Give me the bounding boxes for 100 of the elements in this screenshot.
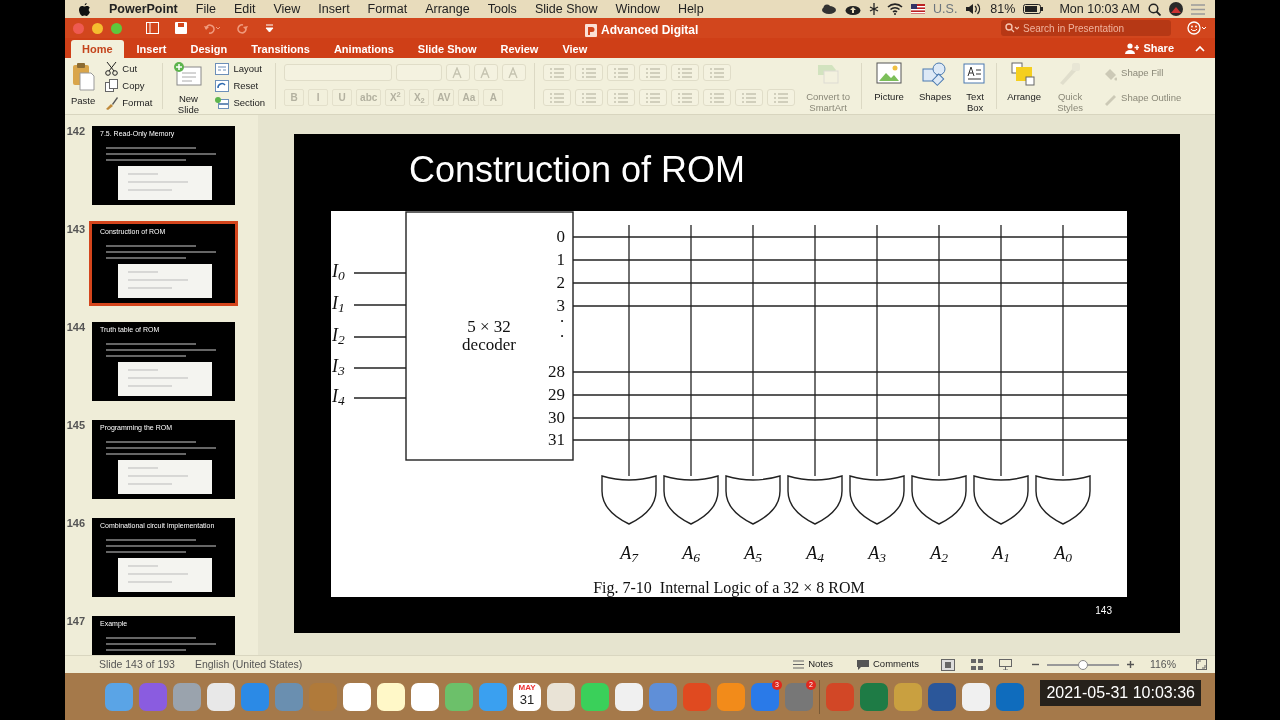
grid-view-icon[interactable] <box>970 659 983 670</box>
slide-button[interactable]: Layout <box>213 61 268 77</box>
justify-icon[interactable] <box>644 92 663 104</box>
clipboard-button[interactable]: Cut <box>103 61 155 77</box>
bluetooth-icon[interactable] <box>869 3 880 15</box>
close-icon[interactable] <box>73 22 84 34</box>
app-icon[interactable] <box>547 682 575 711</box>
app-icon[interactable] <box>207 682 235 711</box>
undo-icon[interactable] <box>203 22 221 34</box>
menu-item[interactable]: View <box>264 0 310 19</box>
app-icon[interactable] <box>928 682 956 711</box>
flag-icon[interactable] <box>911 4 926 14</box>
ribbon-tab[interactable]: Home <box>71 40 124 58</box>
wifi-icon[interactable] <box>887 3 904 15</box>
search-field[interactable]: Search in Presentation <box>1023 20 1163 36</box>
align-right-icon[interactable] <box>612 92 631 104</box>
notes-button[interactable]: Notes <box>791 656 835 673</box>
zoom-icon[interactable] <box>111 22 122 34</box>
language-indicator[interactable]: English (United States) <box>194 656 303 673</box>
menu-item[interactable]: Tools <box>478 0 526 19</box>
numbering-icon[interactable] <box>580 67 599 79</box>
cloud-icon[interactable] <box>821 4 838 14</box>
ribbon-tab[interactable]: Review <box>489 40 550 58</box>
ribbon-tab[interactable]: View <box>551 40 599 58</box>
zoom-in-icon[interactable] <box>1126 661 1134 668</box>
indent-icon[interactable] <box>644 67 663 79</box>
app-icon[interactable] <box>581 682 609 711</box>
output-label: 30 <box>548 409 565 426</box>
menu-item[interactable]: Help <box>668 0 713 19</box>
align-center-icon[interactable] <box>580 92 599 104</box>
app-icon[interactable] <box>343 682 371 711</box>
font-field[interactable] <box>284 64 393 81</box>
slide-button[interactable]: Reset <box>213 78 268 94</box>
ribbon-button[interactable]: Text Box <box>962 61 989 111</box>
menu-item[interactable]: Insert <box>309 0 359 19</box>
menubar-clock[interactable]: Mon 10:03 AM <box>1059 0 1140 19</box>
sidebar-icon[interactable] <box>146 22 159 34</box>
ribbon-tab[interactable]: Slide Show <box>406 40 488 58</box>
app-icon[interactable] <box>615 682 643 711</box>
align-left-icon[interactable] <box>548 92 567 104</box>
app-icon[interactable] <box>894 682 922 711</box>
font-size-field[interactable] <box>396 64 443 81</box>
cloud-upload-icon[interactable] <box>845 3 862 15</box>
fit-to-window-icon[interactable] <box>1196 659 1207 670</box>
paste-button[interactable]: Paste <box>71 61 96 111</box>
smiley-icon[interactable] <box>1187 21 1207 35</box>
ribbon-button[interactable]: Arrange <box>1005 61 1044 111</box>
rtl-icon[interactable] <box>708 92 727 104</box>
app-icon[interactable] <box>445 682 473 711</box>
apple-icon[interactable] <box>79 2 90 16</box>
outdent-icon[interactable] <box>612 67 631 79</box>
menu-icon[interactable] <box>1191 3 1205 15</box>
menu-item[interactable]: Window <box>606 0 669 19</box>
normal-view-icon[interactable] <box>940 658 955 671</box>
zoom-level[interactable]: 116% <box>1149 656 1176 673</box>
speaker-icon[interactable] <box>965 3 983 15</box>
menu-item[interactable]: Arrange <box>416 0 479 19</box>
or-gate <box>1035 475 1091 525</box>
menu-item[interactable]: Format <box>358 0 417 19</box>
avatar-icon[interactable] <box>1169 2 1183 16</box>
ltr-icon[interactable] <box>676 92 695 104</box>
minimize-icon[interactable] <box>92 22 103 34</box>
bullets-icon[interactable] <box>548 67 567 79</box>
calendar-icon[interactable]: MAY 31 <box>513 682 541 711</box>
keyboard-layout[interactable]: U.S. <box>933 0 958 19</box>
app-icon[interactable] <box>717 682 745 711</box>
ribbon-button[interactable]: Shapes <box>916 61 955 111</box>
customize-icon[interactable] <box>265 23 274 33</box>
app-icon[interactable] <box>411 682 439 711</box>
line-spacing-icon[interactable] <box>676 67 695 79</box>
ribbon-tab[interactable]: Animations <box>322 40 405 58</box>
redo-icon[interactable] <box>237 22 249 34</box>
collapse-icon[interactable] <box>1195 45 1205 52</box>
ribbon-tab[interactable]: Insert <box>125 40 178 58</box>
save-icon[interactable] <box>175 22 187 34</box>
text-direction-icon[interactable] <box>740 92 759 104</box>
app-icon[interactable] <box>962 682 990 711</box>
app-icon[interactable] <box>377 682 405 711</box>
search-box[interactable]: Search in Presentation <box>1001 20 1171 36</box>
battery-icon[interactable] <box>1023 4 1044 14</box>
ribbon-tab[interactable]: Design <box>179 40 239 58</box>
align-text-icon[interactable] <box>772 92 791 104</box>
menu-item[interactable]: Slide Show <box>525 0 607 19</box>
menu-item[interactable]: Edit <box>224 0 265 19</box>
menu-item[interactable]: File <box>186 0 225 19</box>
slideshow-icon[interactable] <box>998 659 1012 670</box>
zoom-out-icon[interactable] <box>1031 661 1039 668</box>
new-slide-button[interactable]: New Slide <box>171 61 206 111</box>
share-button[interactable]: Share <box>1114 39 1185 57</box>
slider-thumb[interactable] <box>1077 659 1088 670</box>
clipboard-button[interactable]: Copy <box>103 78 155 94</box>
columns-icon[interactable] <box>708 67 727 79</box>
ribbon-tab[interactable]: Transitions <box>240 40 321 58</box>
search-icon[interactable] <box>1148 2 1161 16</box>
slide-number: 143 <box>65 222 86 237</box>
comments-button[interactable]: Comments <box>855 656 921 673</box>
slide-button[interactable]: Section <box>213 95 268 111</box>
ribbon-button[interactable]: Picture <box>870 61 909 111</box>
app-menu[interactable]: PowerPoint <box>100 0 187 19</box>
clipboard-button[interactable]: Format <box>103 95 155 111</box>
